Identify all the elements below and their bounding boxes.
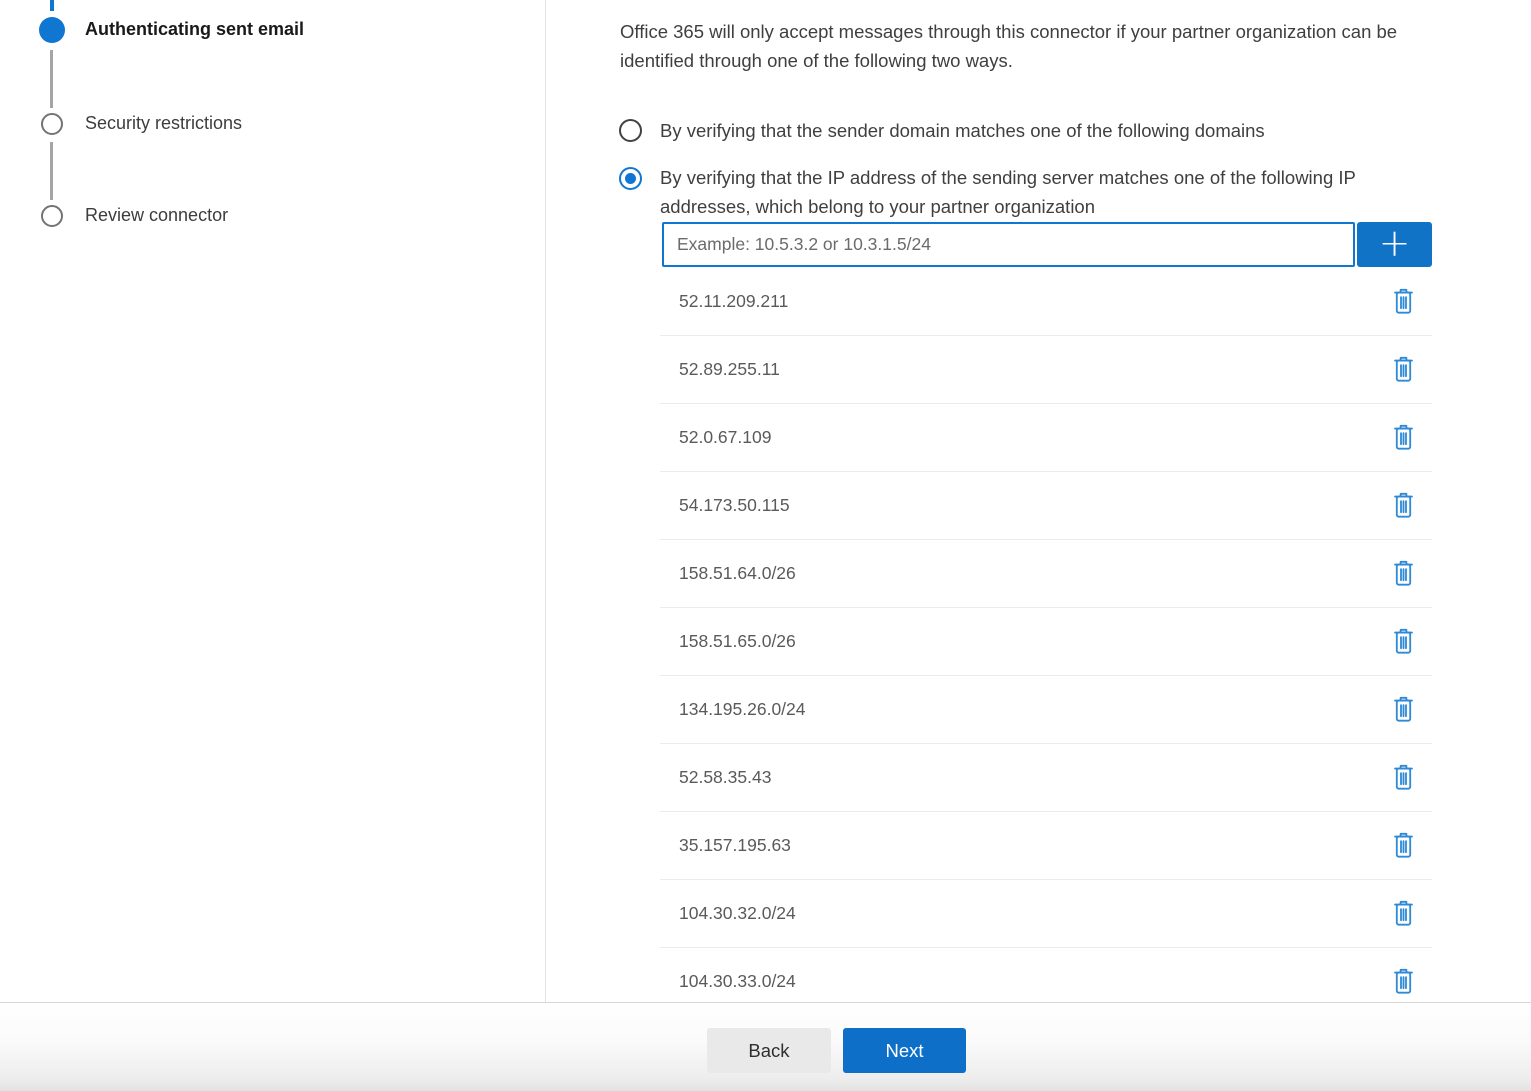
step-label: Security restrictions — [85, 113, 242, 134]
ip-address-list: 52.11.209.211 52.89.255.11 — [660, 268, 1432, 1016]
radio-option-label[interactable]: By verifying that the sender domain matc… — [660, 119, 1265, 143]
authenticating-sent-email-panel: Office 365 will only accept messages thr… — [546, 0, 1531, 1002]
delete-ip-button[interactable] — [1385, 486, 1421, 526]
trash-icon — [1392, 832, 1415, 859]
radio-selected-icon[interactable] — [619, 167, 642, 190]
ip-address-value: 35.157.195.63 — [679, 835, 791, 856]
next-button[interactable]: Next — [843, 1028, 966, 1073]
trash-icon — [1392, 628, 1415, 655]
step-upcoming-indicator-icon — [41, 205, 63, 227]
trash-icon — [1392, 968, 1415, 995]
ip-list-row: 134.195.26.0/24 — [660, 676, 1432, 744]
ip-list-row: 35.157.195.63 — [660, 812, 1432, 880]
ip-list-row: 104.30.32.0/24 — [660, 880, 1432, 948]
ip-list-row: 54.173.50.115 — [660, 472, 1432, 540]
ip-address-value: 52.11.209.211 — [679, 291, 788, 312]
ip-address-value: 52.89.255.11 — [679, 359, 780, 380]
wizard-footer: Back Next — [0, 1002, 1531, 1091]
step-label: Review connector — [85, 205, 228, 226]
trash-icon — [1392, 696, 1415, 723]
stepper-line-previous-step — [50, 0, 54, 11]
delete-ip-button[interactable] — [1385, 418, 1421, 458]
ip-address-input[interactable] — [662, 222, 1355, 267]
ip-list-row: 52.89.255.11 — [660, 336, 1432, 404]
delete-ip-button[interactable] — [1385, 282, 1421, 322]
delete-ip-button[interactable] — [1385, 758, 1421, 798]
ip-list-row: 52.0.67.109 — [660, 404, 1432, 472]
trash-icon — [1392, 288, 1415, 315]
ip-address-value: 52.58.35.43 — [679, 767, 771, 788]
ip-address-value: 158.51.64.0/26 — [679, 563, 796, 584]
plus-icon: + — [1379, 224, 1411, 262]
ip-list-row: 158.51.65.0/26 — [660, 608, 1432, 676]
step-upcoming-indicator-icon — [41, 113, 63, 135]
trash-icon — [1392, 492, 1415, 519]
connector-wizard-page: Authenticating sent email Security restr… — [0, 0, 1531, 1091]
ip-list-row: 52.58.35.43 — [660, 744, 1432, 812]
step-label: Authenticating sent email — [85, 19, 304, 40]
trash-icon — [1392, 356, 1415, 383]
delete-ip-button[interactable] — [1385, 826, 1421, 866]
panel-description-line1: Office 365 will only accept messages thr… — [620, 17, 1397, 46]
radio-option-label-line2[interactable]: addresses, which belong to your partner … — [660, 195, 1095, 219]
trash-icon — [1392, 900, 1415, 927]
radio-unselected-icon[interactable] — [619, 119, 642, 142]
trash-icon — [1392, 560, 1415, 587]
trash-icon — [1392, 764, 1415, 791]
delete-ip-button[interactable] — [1385, 894, 1421, 934]
ip-address-value: 104.30.33.0/24 — [679, 971, 796, 992]
ip-address-value: 134.195.26.0/24 — [679, 699, 806, 720]
ip-list-row: 158.51.64.0/26 — [660, 540, 1432, 608]
ip-address-value: 52.0.67.109 — [679, 427, 771, 448]
trash-icon — [1392, 424, 1415, 451]
ip-address-value: 104.30.32.0/24 — [679, 903, 796, 924]
ip-list-row: 52.11.209.211 — [660, 268, 1432, 336]
delete-ip-button[interactable] — [1385, 690, 1421, 730]
radio-option-label-line1[interactable]: By verifying that the IP address of the … — [660, 166, 1356, 190]
stepper-connector-line — [50, 142, 53, 200]
add-ip-button[interactable]: + — [1357, 222, 1432, 267]
step-active-indicator-icon — [39, 17, 65, 43]
delete-ip-button[interactable] — [1385, 962, 1421, 1002]
delete-ip-button[interactable] — [1385, 622, 1421, 662]
ip-address-value: 158.51.65.0/26 — [679, 631, 796, 652]
wizard-stepper: Authenticating sent email Security restr… — [0, 0, 545, 1002]
delete-ip-button[interactable] — [1385, 350, 1421, 390]
ip-address-value: 54.173.50.115 — [679, 495, 790, 516]
ip-entry-row: + — [662, 222, 1432, 267]
back-button[interactable]: Back — [707, 1028, 831, 1073]
stepper-connector-line — [50, 50, 53, 108]
panel-description-line2: identified through one of the following … — [620, 46, 1013, 75]
delete-ip-button[interactable] — [1385, 554, 1421, 594]
